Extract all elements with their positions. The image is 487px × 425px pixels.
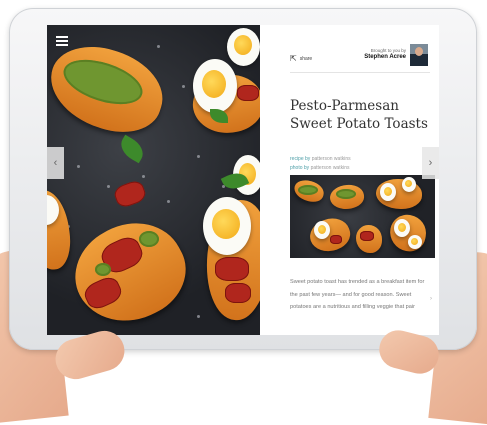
article-panel: ⇱ share Brought to you by Stephen Acree … — [260, 25, 439, 335]
sponsor-name: Stephen Acree — [364, 54, 406, 60]
share-icon: ⇱ — [290, 54, 297, 63]
share-button[interactable]: ⇱ share — [290, 54, 312, 63]
recipe-credit-label: recipe by — [290, 156, 311, 162]
sponsor-block: Brought to you by Stephen Acree — [346, 48, 406, 60]
tablet-frame: ‹ ⇱ share Brought to you by Stephen Acre… — [9, 8, 477, 350]
tablet-screen: ‹ ⇱ share Brought to you by Stephen Acre… — [47, 25, 439, 335]
divider — [290, 72, 430, 73]
recipe-credit: recipe by patterson watkins — [290, 156, 351, 162]
photo-author[interactable]: patterson watkins — [311, 165, 350, 171]
hamburger-icon[interactable] — [56, 36, 68, 48]
photo-credit: photo by patterson watkins — [290, 165, 350, 171]
recipe-author[interactable]: patterson watkins — [312, 156, 351, 162]
chevron-right-icon[interactable]: › — [422, 147, 439, 179]
share-label: share — [299, 55, 313, 62]
hero-photo: ‹ — [47, 25, 260, 335]
basil-leaf — [116, 134, 148, 164]
tomato-toast — [59, 204, 201, 335]
photo-credit-label: photo by — [290, 165, 310, 171]
recipe-thumbnail[interactable] — [290, 175, 435, 258]
chevron-down-icon[interactable]: › — [430, 296, 432, 302]
brought-by-label: Brought to you by — [370, 48, 406, 53]
chevron-left-icon[interactable]: ‹ — [47, 147, 64, 179]
page-title: Pesto-Parmesan Sweet Potato Toasts — [290, 98, 428, 132]
article-body: Sweet potato toast has trended as a brea… — [290, 279, 425, 310]
avatar[interactable] — [410, 44, 428, 66]
